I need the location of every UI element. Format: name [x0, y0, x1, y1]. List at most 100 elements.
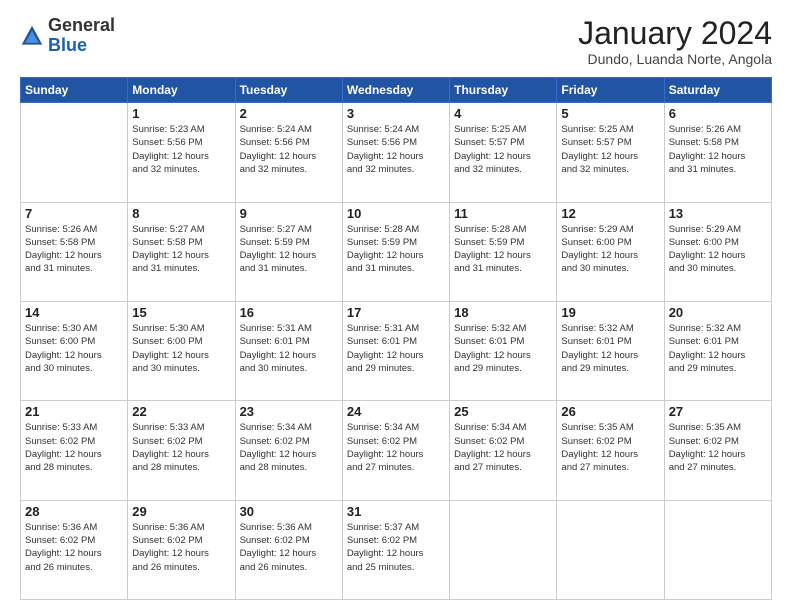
table-row: 1 Sunrise: 5:23 AM Sunset: 5:56 PM Daylig…: [128, 103, 235, 202]
header-thursday: Thursday: [450, 78, 557, 103]
day-info: Sunrise: 5:29 AM Sunset: 6:00 PM Dayligh…: [669, 223, 767, 276]
day-info: Sunrise: 5:35 AM Sunset: 6:02 PM Dayligh…: [669, 421, 767, 474]
day-info: Sunrise: 5:26 AM Sunset: 5:58 PM Dayligh…: [25, 223, 123, 276]
header-tuesday: Tuesday: [235, 78, 342, 103]
table-row: 12Sunrise: 5:29 AM Sunset: 6:00 PM Dayli…: [557, 202, 664, 301]
table-row: 15Sunrise: 5:30 AM Sunset: 6:00 PM Dayli…: [128, 301, 235, 400]
day-number: 10: [347, 206, 445, 221]
day-number: 19: [561, 305, 659, 320]
location-subtitle: Dundo, Luanda Norte, Angola: [578, 51, 772, 67]
day-info: Sunrise: 5:34 AM Sunset: 6:02 PM Dayligh…: [347, 421, 445, 474]
table-row: 2 Sunrise: 5:24 AM Sunset: 5:56 PM Daylig…: [235, 103, 342, 202]
day-info: Sunrise: 5:24 AM Sunset: 5:56 PM Dayligh…: [240, 123, 338, 176]
day-number: 23: [240, 404, 338, 419]
table-row: 26 Sunrise: 5:35 AM Sunset: 6:02 PM Dayli…: [557, 401, 664, 500]
table-row: 9 Sunrise: 5:27 AM Sunset: 5:59 PM Daylig…: [235, 202, 342, 301]
table-row: 29 Sunrise: 5:36 AM Sunset: 6:02 PM Dayli…: [128, 500, 235, 599]
table-row: 24 Sunrise: 5:34 AM Sunset: 6:02 PM Dayli…: [342, 401, 449, 500]
day-info: Sunrise: 5:32 AM Sunset: 6:01 PM Dayligh…: [454, 322, 552, 375]
calendar-table: Sunday Monday Tuesday Wednesday Thursday…: [20, 77, 772, 600]
day-info: Sunrise: 5:31 AM Sunset: 6:01 PM Dayligh…: [240, 322, 338, 375]
table-row: 25 Sunrise: 5:34 AM Sunset: 6:02 PM Dayli…: [450, 401, 557, 500]
day-number: 31: [347, 504, 445, 519]
day-number: 5: [561, 106, 659, 121]
day-number: 28: [25, 504, 123, 519]
day-number: 16: [240, 305, 338, 320]
table-row: 7 Sunrise: 5:26 AM Sunset: 5:58 PM Daylig…: [21, 202, 128, 301]
day-info: Sunrise: 5:37 AM Sunset: 6:02 PM Dayligh…: [347, 521, 445, 574]
day-number: 1: [132, 106, 230, 121]
header-sunday: Sunday: [21, 78, 128, 103]
table-row: 21 Sunrise: 5:33 AM Sunset: 6:02 PM Dayli…: [21, 401, 128, 500]
table-row: 13 Sunrise: 5:29 AM Sunset: 6:00 PM Dayli…: [664, 202, 771, 301]
page-header: General Blue January 2024 Dundo, Luanda …: [20, 16, 772, 67]
day-number: 8: [132, 206, 230, 221]
calendar-week-row: 1 Sunrise: 5:23 AM Sunset: 5:56 PM Daylig…: [21, 103, 772, 202]
calendar-header-row: Sunday Monday Tuesday Wednesday Thursday…: [21, 78, 772, 103]
day-info: Sunrise: 5:27 AM Sunset: 5:58 PM Dayligh…: [132, 223, 230, 276]
table-row: [450, 500, 557, 599]
day-info: Sunrise: 5:34 AM Sunset: 6:02 PM Dayligh…: [454, 421, 552, 474]
table-row: 11 Sunrise: 5:28 AM Sunset: 5:59 PM Dayli…: [450, 202, 557, 301]
day-number: 27: [669, 404, 767, 419]
day-number: 25: [454, 404, 552, 419]
table-row: 16 Sunrise: 5:31 AM Sunset: 6:01 PM Dayli…: [235, 301, 342, 400]
day-number: 30: [240, 504, 338, 519]
day-number: 24: [347, 404, 445, 419]
day-info: Sunrise: 5:33 AM Sunset: 6:02 PM Dayligh…: [132, 421, 230, 474]
table-row: 22 Sunrise: 5:33 AM Sunset: 6:02 PM Dayli…: [128, 401, 235, 500]
day-info: Sunrise: 5:28 AM Sunset: 5:59 PM Dayligh…: [347, 223, 445, 276]
table-row: 3 Sunrise: 5:24 AM Sunset: 5:56 PM Daylig…: [342, 103, 449, 202]
day-number: 14: [25, 305, 123, 320]
day-number: 26: [561, 404, 659, 419]
day-info: Sunrise: 5:31 AM Sunset: 6:01 PM Dayligh…: [347, 322, 445, 375]
day-number: 21: [25, 404, 123, 419]
day-number: 15: [132, 305, 230, 320]
header-monday: Monday: [128, 78, 235, 103]
day-number: 6: [669, 106, 767, 121]
title-block: January 2024 Dundo, Luanda Norte, Angola: [578, 16, 772, 67]
day-info: Sunrise: 5:27 AM Sunset: 5:59 PM Dayligh…: [240, 223, 338, 276]
day-info: Sunrise: 5:25 AM Sunset: 5:57 PM Dayligh…: [561, 123, 659, 176]
table-row: 20Sunrise: 5:32 AM Sunset: 6:01 PM Dayli…: [664, 301, 771, 400]
table-row: 4 Sunrise: 5:25 AM Sunset: 5:57 PM Daylig…: [450, 103, 557, 202]
table-row: [557, 500, 664, 599]
day-number: 17: [347, 305, 445, 320]
day-info: Sunrise: 5:32 AM Sunset: 6:01 PM Dayligh…: [561, 322, 659, 375]
logo-icon: [20, 24, 44, 48]
day-number: 2: [240, 106, 338, 121]
day-info: Sunrise: 5:24 AM Sunset: 5:56 PM Dayligh…: [347, 123, 445, 176]
table-row: 30Sunrise: 5:36 AM Sunset: 6:02 PM Dayli…: [235, 500, 342, 599]
day-info: Sunrise: 5:28 AM Sunset: 5:59 PM Dayligh…: [454, 223, 552, 276]
day-info: Sunrise: 5:36 AM Sunset: 6:02 PM Dayligh…: [132, 521, 230, 574]
day-info: Sunrise: 5:30 AM Sunset: 6:00 PM Dayligh…: [25, 322, 123, 375]
day-info: Sunrise: 5:36 AM Sunset: 6:02 PM Dayligh…: [25, 521, 123, 574]
header-friday: Friday: [557, 78, 664, 103]
logo-text: General Blue: [48, 16, 115, 56]
calendar-week-row: 14 Sunrise: 5:30 AM Sunset: 6:00 PM Dayli…: [21, 301, 772, 400]
day-number: 3: [347, 106, 445, 121]
day-info: Sunrise: 5:25 AM Sunset: 5:57 PM Dayligh…: [454, 123, 552, 176]
day-number: 9: [240, 206, 338, 221]
table-row: 8 Sunrise: 5:27 AM Sunset: 5:58 PM Daylig…: [128, 202, 235, 301]
table-row: 23 Sunrise: 5:34 AM Sunset: 6:02 PM Dayli…: [235, 401, 342, 500]
day-number: 7: [25, 206, 123, 221]
day-info: Sunrise: 5:23 AM Sunset: 5:56 PM Dayligh…: [132, 123, 230, 176]
day-number: 22: [132, 404, 230, 419]
day-number: 12: [561, 206, 659, 221]
day-number: 11: [454, 206, 552, 221]
table-row: 5 Sunrise: 5:25 AM Sunset: 5:57 PM Daylig…: [557, 103, 664, 202]
table-row: 14 Sunrise: 5:30 AM Sunset: 6:00 PM Dayli…: [21, 301, 128, 400]
day-number: 18: [454, 305, 552, 320]
logo: General Blue: [20, 16, 115, 56]
table-row: 18 Sunrise: 5:32 AM Sunset: 6:01 PM Dayli…: [450, 301, 557, 400]
day-info: Sunrise: 5:35 AM Sunset: 6:02 PM Dayligh…: [561, 421, 659, 474]
table-row: 17 Sunrise: 5:31 AM Sunset: 6:01 PM Dayli…: [342, 301, 449, 400]
day-number: 13: [669, 206, 767, 221]
day-number: 29: [132, 504, 230, 519]
calendar-week-row: 7 Sunrise: 5:26 AM Sunset: 5:58 PM Daylig…: [21, 202, 772, 301]
day-number: 4: [454, 106, 552, 121]
day-info: Sunrise: 5:34 AM Sunset: 6:02 PM Dayligh…: [240, 421, 338, 474]
day-info: Sunrise: 5:33 AM Sunset: 6:02 PM Dayligh…: [25, 421, 123, 474]
table-row: 28 Sunrise: 5:36 AM Sunset: 6:02 PM Dayli…: [21, 500, 128, 599]
